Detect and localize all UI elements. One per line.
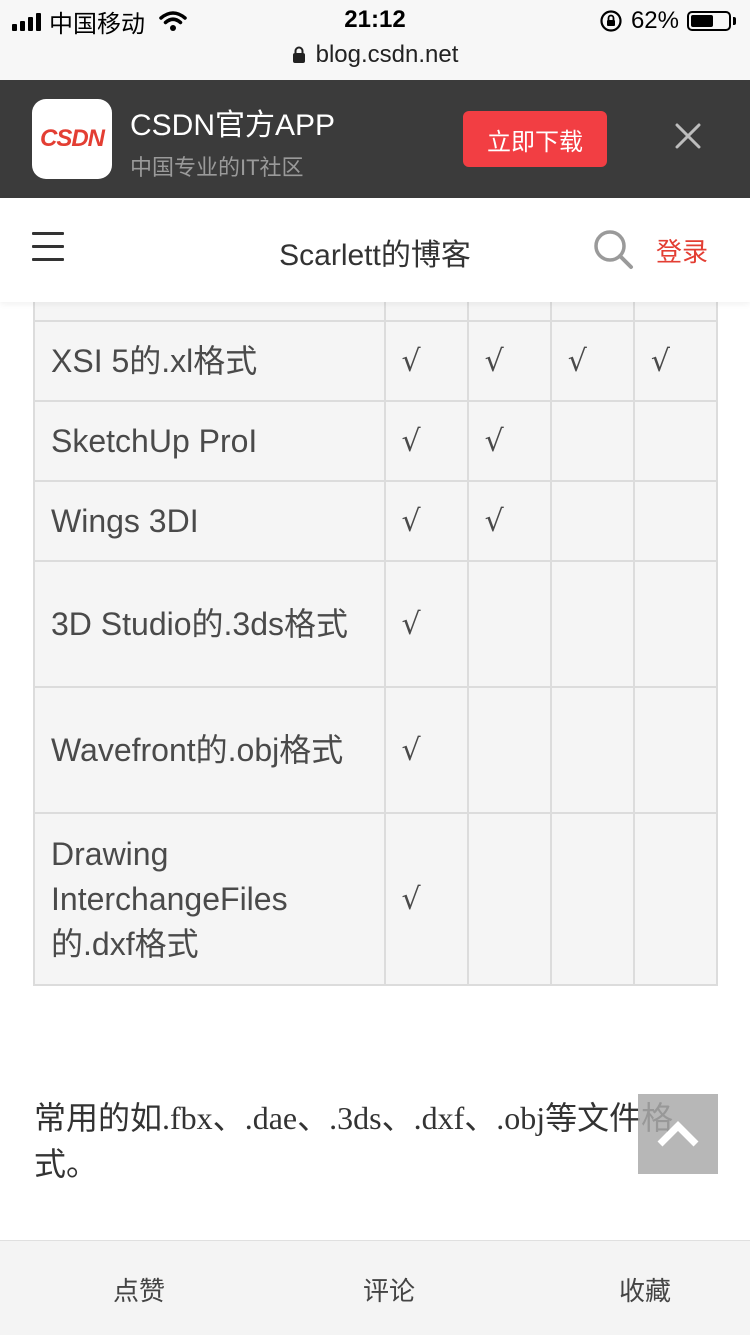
check-cell: √ [383,560,469,688]
battery-icon [687,11,731,31]
status-right: 62% [599,6,736,36]
check-cell: √ [632,320,719,402]
search-icon[interactable] [592,228,634,270]
check-cell [466,686,552,814]
check-cell [632,400,719,482]
app-name: CSDN官方APP [130,109,336,142]
check-cell: √ [383,320,469,402]
check-cell [383,302,469,322]
para-separator: 、 [297,1100,330,1136]
check-cell [632,302,719,322]
table-row [33,302,719,322]
table-row: XSI 5的.xl格式 √ √ √ √ [33,320,719,402]
battery-cap [733,17,736,25]
csdn-logo-text: CSDN [39,125,105,152]
para-format-fbx: .fbx [162,1100,213,1136]
check-cell [632,812,719,986]
table-row: 3D Studio的.3ds格式 √ [33,560,719,688]
check-cell: √ [383,400,469,482]
para-format-dae: .dae [244,1100,298,1136]
table-row: Drawing InterchangeFiles的.dxf格式 √ [33,812,719,986]
para-separator: 、 [464,1100,497,1136]
article-paragraph: 常用的如.fbx、.dae、.3ds、.dxf、.obj等文件格式。 [34,1095,724,1187]
check-cell [549,812,635,986]
check-cell [632,560,719,688]
check-cell [549,686,635,814]
format-name-cell: 3D Studio的.3ds格式 [33,560,386,688]
lock-icon [292,46,305,63]
comment-button[interactable]: 评论 [363,1271,415,1308]
status-bar: 中国移动 21:12 62% blog.csdn.net [0,0,750,80]
battery-percent: 62% [630,7,679,34]
format-name-cell [33,302,386,322]
format-name-cell: Wings 3DI [33,480,386,562]
check-cell: √ [383,480,469,562]
para-separator: 、 [212,1100,245,1136]
download-button[interactable]: 立即下载 [463,111,607,167]
check-cell: √ [466,480,552,562]
check-cell: √ [466,320,552,402]
check-cell [632,480,719,562]
battery-level [691,15,713,27]
site-header: Scarlett的博客 登录 [0,198,750,302]
check-cell: √ [466,400,552,482]
app-download-banner: CSDN CSDN官方APP 中国专业的IT社区 立即下载 [0,80,750,198]
check-cell [549,302,635,322]
para-text: 常用的如 [34,1100,163,1136]
back-to-top-button[interactable] [638,1094,718,1174]
check-cell: √ [549,320,635,402]
check-cell: √ [383,812,469,986]
check-cell [466,560,552,688]
format-name-cell: XSI 5的.xl格式 [33,320,386,402]
check-cell [549,560,635,688]
address-bar[interactable]: blog.csdn.net [0,38,750,72]
check-cell [549,400,635,482]
bottom-action-bar: 点赞 评论 收藏 [0,1240,750,1335]
close-icon[interactable] [668,116,708,156]
blog-title: Scarlett的博客 [279,239,471,272]
like-button[interactable]: 点赞 [113,1271,165,1308]
table-row: SketchUp ProI √ √ [33,400,719,482]
table-row: Wavefront的.obj格式 √ [33,686,719,814]
check-cell [466,812,552,986]
format-name-cell: SketchUp ProI [33,400,386,482]
chevron-up-icon [657,1121,699,1147]
table-row: Wings 3DI √ √ [33,480,719,562]
check-cell [466,302,552,322]
check-cell [632,686,719,814]
format-compatibility-table: XSI 5的.xl格式 √ √ √ √ SketchUp ProI √ √ Wi… [33,302,719,986]
para-separator: 、 [381,1100,414,1136]
format-name-cell: Wavefront的.obj格式 [33,686,386,814]
csdn-logo: CSDN [32,99,112,179]
login-link[interactable]: 登录 [656,232,708,269]
format-name-cell: Drawing InterchangeFiles的.dxf格式 [33,812,386,986]
url-text: blog.csdn.net [315,41,459,68]
check-cell [549,480,635,562]
collect-button[interactable]: 收藏 [619,1271,671,1308]
para-format-dxf: .dxf [413,1100,465,1136]
app-description: 中国专业的IT社区 [130,155,304,180]
compatibility-table-area: XSI 5的.xl格式 √ √ √ √ SketchUp ProI √ √ Wi… [0,302,750,992]
para-format-obj: .obj [496,1100,546,1136]
check-cell: √ [383,686,469,814]
para-format-3ds: .3ds [329,1100,382,1136]
rotation-lock-icon [600,10,622,32]
